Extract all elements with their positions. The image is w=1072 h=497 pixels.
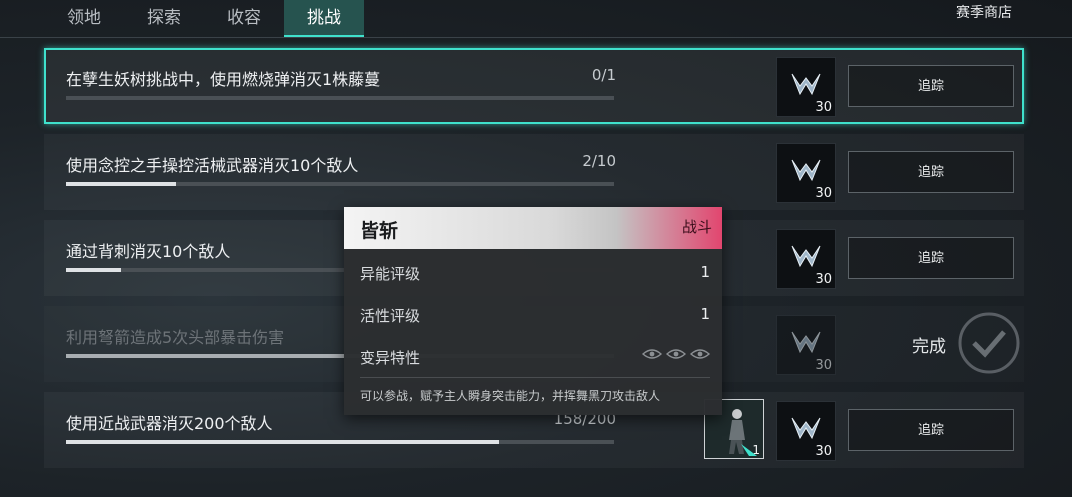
reward-slot[interactable]: 30 [776,229,836,289]
quest-progress-text: 2/10 [582,152,616,170]
tab-territory[interactable]: 领地 [44,0,124,37]
quest-progress-fill [66,440,499,444]
tooltip-stat-label: 变异特性 [360,349,421,367]
mutation-trait-icons [642,348,710,360]
season-shop-link[interactable]: 赛季商店 [956,2,1012,22]
reward-quantity: 30 [815,358,832,373]
quest-row[interactable]: 使用念控之手操控活械武器消灭10个敌人 2/10 30 追踪 [44,134,1024,210]
tooltip-stat-label: 活性评级 [360,307,421,325]
tooltip-stat-value: 1 [700,305,710,323]
eye-icon [666,349,686,359]
reward-slot[interactable]: 30 [776,401,836,461]
currency-m-icon [791,331,821,354]
eye-icon [642,349,662,359]
reward-slot[interactable]: 30 [776,315,836,375]
tab-contain[interactable]: 收容 [204,0,284,37]
currency-m-icon [791,417,821,440]
tooltip-stat-row: 活性评级 1 [360,305,710,326]
quest-text: 在孽生妖树挑战中，使用燃烧弹消灭1株藤蔓 [66,70,381,89]
currency-m-icon [791,159,821,182]
tooltip-divider [360,377,710,378]
complete-status: 完成 [912,337,946,357]
track-button[interactable]: 追踪 [848,151,1014,193]
reward-quantity: 30 [815,444,832,459]
extra-reward-quantity: 1 [752,443,760,457]
tooltip-stat-value: 1 [700,263,710,281]
quest-text: 通过背刺消灭10个敌人 [66,242,231,261]
track-button[interactable]: 追踪 [848,409,1014,451]
quest-progress-text: 0/1 [591,66,616,84]
tooltip-item-name: 皆斩 [360,220,399,242]
tooltip-stat-row: 变异特性 [360,347,710,368]
quest-progress-bar [66,96,614,100]
reward-slot[interactable]: 30 [776,57,836,117]
quest-text: 利用弩箭造成5次头部暴击伤害 [66,328,285,347]
currency-m-icon [791,73,821,96]
track-button[interactable]: 追踪 [848,65,1014,107]
tooltip-stat-label: 异能评级 [360,265,421,283]
quest-row[interactable]: 在孽生妖树挑战中，使用燃烧弹消灭1株藤蔓 0/1 30 追踪 [44,48,1024,124]
tooltip-category-tag: 战斗 [681,218,712,236]
tab-divider [0,37,1072,38]
tab-challenge[interactable]: 挑战 [284,0,364,37]
reward-slot[interactable]: 30 [776,143,836,203]
tooltip-header: 皆斩 战斗 [344,207,722,249]
quest-progress-fill [66,268,121,272]
tab-bar: 领地 探索 收容 挑战 [44,0,364,37]
checkmark-icon [958,312,1020,374]
quest-progress-fill [66,182,176,186]
item-tooltip: 皆斩 战斗 异能评级 1 活性评级 1 变异特性 可以参战，赋予主人瞬身突击能力… [344,207,722,415]
quest-progress-bar [66,440,614,444]
tab-explore[interactable]: 探索 [124,0,204,37]
tooltip-description: 可以参战，赋予主人瞬身突击能力，并挥舞黑刀攻击敌人 [360,389,661,403]
currency-m-icon [791,245,821,268]
eye-icon [690,349,710,359]
quest-text: 使用近战武器消灭200个敌人 [66,414,273,433]
track-button[interactable]: 追踪 [848,237,1014,279]
tooltip-stat-row: 异能评级 1 [360,263,710,284]
quest-progress-bar [66,182,614,186]
reward-quantity: 30 [815,100,832,115]
reward-quantity: 30 [815,186,832,201]
reward-quantity: 30 [815,272,832,287]
quest-text: 使用念控之手操控活械武器消灭10个敌人 [66,156,359,175]
